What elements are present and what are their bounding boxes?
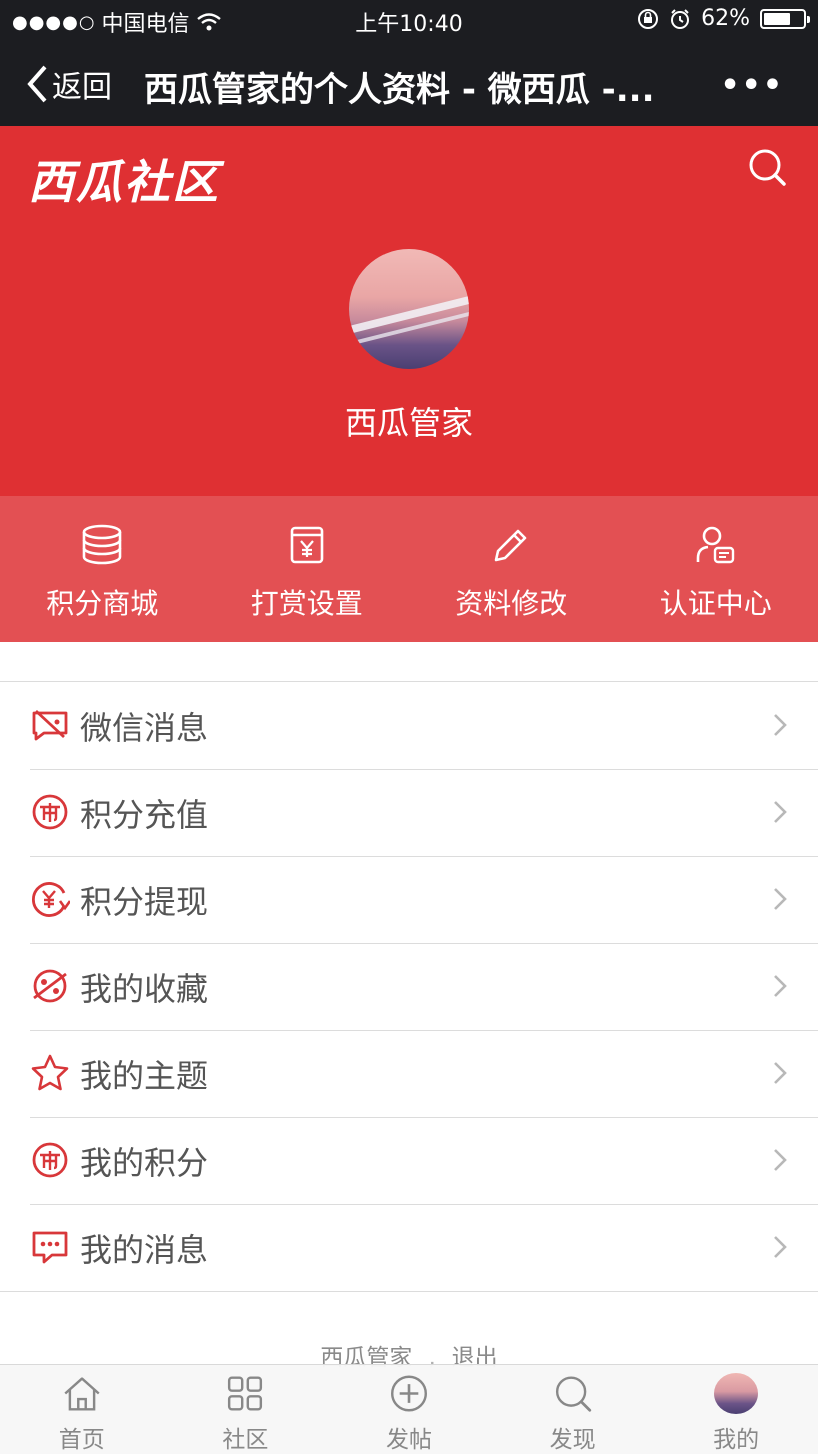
tab-label: 社区: [222, 1427, 269, 1453]
chevron-right-icon: [774, 1062, 787, 1084]
menu-item-points-recharge[interactable]: 积分充值: [0, 769, 818, 856]
coin-icon: [32, 794, 68, 830]
chevron-right-icon: [774, 1149, 787, 1171]
rotation-lock-icon: [638, 8, 659, 29]
status-bar: ●●●●○ 中国电信 上午10:40 62%: [0, 0, 818, 40]
bottom-tab-bar: 首页 社区 发帖 发现 我的: [0, 1364, 818, 1454]
wechat-msg-icon: [32, 709, 68, 741]
quick-label: 认证中心: [659, 587, 772, 620]
menu-item-label: 我的积分: [80, 1144, 209, 1182]
tab-label: 我的: [713, 1427, 760, 1453]
yuan-box-icon: [290, 526, 324, 564]
back-label: 返回: [52, 70, 112, 105]
tab-mine[interactable]: 我的: [654, 1365, 818, 1454]
tab-home[interactable]: 首页: [0, 1365, 164, 1454]
menu-item-label: 我的主题: [80, 1057, 209, 1095]
grid-icon: [228, 1376, 263, 1411]
chevron-right-icon: [774, 975, 787, 997]
tab-label: 首页: [58, 1427, 105, 1453]
menu-item-label: 积分充值: [80, 796, 209, 834]
menu-item-label: 我的消息: [80, 1231, 209, 1269]
wechat-navbar: 返回 西瓜管家的个人资料 - 微西瓜 -... •••: [0, 40, 818, 126]
favorite-icon: [33, 969, 67, 1003]
menu-item-label: 我的收藏: [80, 970, 209, 1008]
menu-item-label: 积分提现: [80, 883, 209, 921]
battery-icon: [760, 8, 810, 29]
quick-edit-profile[interactable]: 资料修改: [409, 496, 614, 642]
site-logo[interactable]: 西瓜社区: [28, 146, 220, 212]
avatar-icon: [714, 1373, 759, 1414]
chevron-left-icon: [27, 65, 47, 103]
chevron-right-icon: [774, 714, 787, 736]
search-icon: [555, 1376, 591, 1412]
menu-item-label: 微信消息: [80, 709, 209, 747]
menu-item-my-topics[interactable]: 我的主题: [0, 1030, 818, 1117]
profile-header: 西瓜社区 西瓜管家: [0, 126, 818, 496]
message-icon: [32, 1231, 68, 1264]
chevron-right-icon: [774, 801, 787, 823]
tab-label: 发现: [549, 1427, 596, 1453]
star-icon: [31, 1054, 69, 1091]
battery-percent: 62%: [701, 6, 750, 31]
menu-item-my-points[interactable]: 我的积分: [0, 1117, 818, 1204]
quick-verification[interactable]: 认证中心: [614, 496, 818, 642]
chevron-right-icon: [774, 888, 787, 910]
search-icon[interactable]: [746, 146, 790, 190]
status-right: 62%: [637, 6, 810, 31]
coin-icon: [32, 1142, 68, 1178]
page-title: 西瓜管家的个人资料 - 微西瓜 -...: [144, 70, 655, 110]
tab-discover[interactable]: 发现: [491, 1365, 655, 1454]
tab-community[interactable]: 社区: [164, 1365, 328, 1454]
quick-points-mall[interactable]: 积分商城: [0, 496, 205, 642]
tab-label: 发帖: [385, 1427, 432, 1453]
database-icon: [82, 524, 122, 565]
more-button[interactable]: •••: [720, 68, 784, 103]
menu-item-points-withdraw[interactable]: 积分提现: [0, 856, 818, 943]
quick-label: 资料修改: [455, 587, 568, 620]
menu-item-my-messages[interactable]: 我的消息: [0, 1204, 818, 1291]
pencil-icon: [494, 529, 527, 562]
home-icon: [64, 1377, 100, 1411]
tab-post[interactable]: 发帖: [327, 1365, 491, 1454]
menu-item-my-favorites[interactable]: 我的收藏: [0, 943, 818, 1030]
alarm-icon: [671, 8, 690, 29]
back-button[interactable]: 返回: [26, 62, 112, 106]
chevron-right-icon: [774, 1236, 787, 1258]
username: 西瓜管家: [344, 404, 473, 442]
plus-circle-icon: [391, 1375, 427, 1412]
quick-label: 积分商城: [46, 587, 159, 620]
avatar[interactable]: [349, 249, 469, 369]
person-id-icon: [696, 526, 734, 564]
quick-label: 打赏设置: [250, 587, 363, 620]
menu-list: 微信消息 积分充值 积分提现 我的收藏 我的主题 我的积分 我的消息: [0, 681, 818, 1292]
menu-item-wechat-messages[interactable]: 微信消息: [0, 682, 818, 769]
quick-reward-settings[interactable]: 打赏设置: [205, 496, 410, 642]
withdraw-icon: [32, 882, 70, 917]
quick-actions: 积分商城 打赏设置 资料修改 认证中心: [0, 496, 818, 642]
